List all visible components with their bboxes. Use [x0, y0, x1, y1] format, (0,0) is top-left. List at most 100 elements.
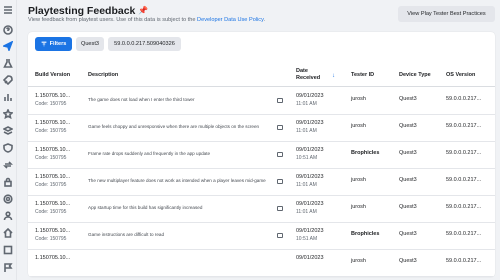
feedback-description[interactable]: Frame rate drops suddenly and frequently… [88, 150, 210, 157]
feedback-description[interactable]: Game instructions are difficult to read [88, 231, 164, 238]
build-version: 1.150705.10... [35, 147, 71, 153]
help-icon[interactable] [2, 24, 14, 36]
feedback-description[interactable]: The game does not load when I enter the … [88, 96, 195, 103]
device-type: Quest3 [399, 231, 417, 237]
device-type: Quest3 [399, 204, 417, 210]
column-header-device[interactable]: Device Type [399, 72, 431, 79]
people-icon[interactable] [2, 210, 14, 222]
os-version: 59.0.0.0.217... [446, 177, 482, 183]
flask-icon[interactable] [2, 57, 14, 69]
os-version: 59.0.0.0.217... [446, 231, 482, 237]
column-header-tester[interactable]: Tester ID [351, 72, 374, 79]
time-received: 11:01 AM [296, 128, 317, 134]
page-title: Playtesting Feedback 📌 [28, 5, 148, 17]
tester-id: jurosh [351, 177, 366, 183]
filter-chip-os-version[interactable]: 59.0.0.0.217.509040326 [108, 37, 181, 51]
table-row[interactable]: 1.150705.10... Code: 150795 Game feels cho… [28, 115, 495, 142]
attachment-icon[interactable] [277, 98, 283, 103]
build-version: 1.150705.10... [35, 93, 71, 99]
table-row[interactable]: 1.150705.10... 09/01/2023 jurosh Quest3 59.0… [28, 250, 495, 277]
feedback-description[interactable]: Game feels choppy and unresponsive when … [88, 123, 259, 130]
date-received: 09/01/2023 [296, 120, 324, 126]
feedback-card: Filters Quest3 59.0.0.0.217.509040326 Bu… [28, 32, 495, 277]
bar-chart-icon[interactable] [2, 91, 14, 103]
attachment-icon[interactable] [277, 179, 283, 184]
time-received: 11:01 AM [296, 209, 317, 215]
column-header-os[interactable]: OS Version [446, 72, 475, 79]
layers-icon[interactable] [2, 125, 14, 137]
table-row[interactable]: 1.150705.10... Code: 150795 Game instructi… [28, 223, 495, 250]
menu-icon[interactable] [2, 4, 14, 16]
build-code: Code: 150795 [35, 128, 67, 134]
left-nav-rail [0, 0, 17, 280]
page-title-text: Playtesting Feedback [28, 5, 136, 17]
attachment-icon[interactable] [277, 206, 283, 211]
filter-bar: Filters Quest3 59.0.0.0.217.509040326 [35, 37, 181, 51]
best-practices-button[interactable]: View Play Tester Best Practices [398, 6, 495, 22]
build-version: 1.150705.10... [35, 174, 71, 180]
device-type: Quest3 [399, 258, 417, 264]
sort-descending-icon[interactable]: ↓ [332, 73, 335, 79]
table-row[interactable]: 1.150705.10... Code: 150795 The new multip… [28, 169, 495, 196]
build-version: 1.150705.10... [35, 120, 71, 126]
puzzle-icon[interactable] [2, 244, 14, 256]
date-received: 09/01/2023 [296, 174, 324, 180]
tester-id: jurosh [351, 258, 366, 264]
feedback-description[interactable]: App startup time for this build has sign… [88, 204, 202, 211]
device-type: Quest3 [399, 150, 417, 156]
build-code: Code: 150795 [35, 209, 67, 215]
flag-icon[interactable] [2, 262, 14, 274]
date-received: 09/01/2023 [296, 201, 324, 207]
tester-id: jurosh [351, 123, 366, 129]
os-version: 59.0.0.0.217... [446, 96, 482, 102]
tester-id: jurosh [351, 204, 366, 210]
data-use-policy-link[interactable]: Developer Data Use Policy [197, 17, 263, 23]
attachment-icon[interactable] [277, 125, 283, 130]
date-received: 09/01/2023 [296, 255, 324, 261]
build-version: 1.150705.10... [35, 201, 71, 207]
os-version: 59.0.0.0.217... [446, 204, 482, 210]
os-version: 59.0.0.0.217... [446, 258, 482, 264]
star-icon[interactable] [2, 108, 14, 120]
settings-icon[interactable] [2, 193, 14, 205]
column-header-date[interactable]: Date [296, 68, 308, 75]
device-type: Quest3 [399, 96, 417, 102]
filters-button[interactable]: Filters [35, 37, 72, 51]
date-received: 09/01/2023 [296, 93, 324, 99]
tester-id: Brophicles [351, 231, 380, 237]
device-type: Quest3 [399, 177, 417, 183]
device-type: Quest3 [399, 123, 417, 129]
build-version: 1.150705.10... [35, 228, 71, 234]
build-code: Code: 150795 [35, 101, 67, 107]
rocket-icon[interactable] [2, 74, 14, 86]
date-received: 09/01/2023 [296, 228, 324, 234]
build-code: Code: 150795 [35, 236, 67, 242]
attachment-icon[interactable] [277, 233, 283, 238]
feedback-description[interactable]: The new multiplayer feature does not wor… [88, 177, 266, 184]
filters-button-label: Filters [49, 41, 67, 47]
subtitle-suffix: . [263, 17, 266, 23]
time-received: 11:01 AM [296, 182, 317, 188]
home-icon[interactable] [2, 227, 14, 239]
send-icon[interactable] [2, 40, 14, 52]
column-header-date-line2[interactable]: Received [296, 75, 320, 82]
column-header-build[interactable]: Build Version [35, 72, 70, 79]
table-row[interactable]: 1.150705.10... Code: 150795 Frame rate dro… [28, 142, 495, 169]
pin-icon[interactable]: 📌 [138, 6, 148, 15]
column-header-description[interactable]: Description [88, 72, 118, 79]
tester-id: Brophicles [351, 150, 380, 156]
table-row[interactable]: 1.150705.10... Code: 150795 The game does … [28, 88, 495, 115]
build-code: Code: 150795 [35, 155, 67, 161]
build-version: 1.150705.10... [35, 255, 71, 261]
time-received: 10:51 AM [296, 155, 318, 161]
os-version: 59.0.0.0.217... [446, 150, 482, 156]
time-received: 11:01 AM [296, 101, 317, 107]
shield-icon[interactable] [2, 142, 14, 154]
lock-icon[interactable] [2, 176, 14, 188]
sync-icon[interactable] [2, 159, 14, 171]
attachment-icon[interactable] [277, 152, 283, 157]
filter-chip-device[interactable]: Quest3 [76, 37, 104, 51]
table-header: Build Version Description Date Received … [28, 65, 495, 87]
filter-icon [41, 41, 46, 47]
table-row[interactable]: 1.150705.10... Code: 150795 App startup ti… [28, 196, 495, 223]
